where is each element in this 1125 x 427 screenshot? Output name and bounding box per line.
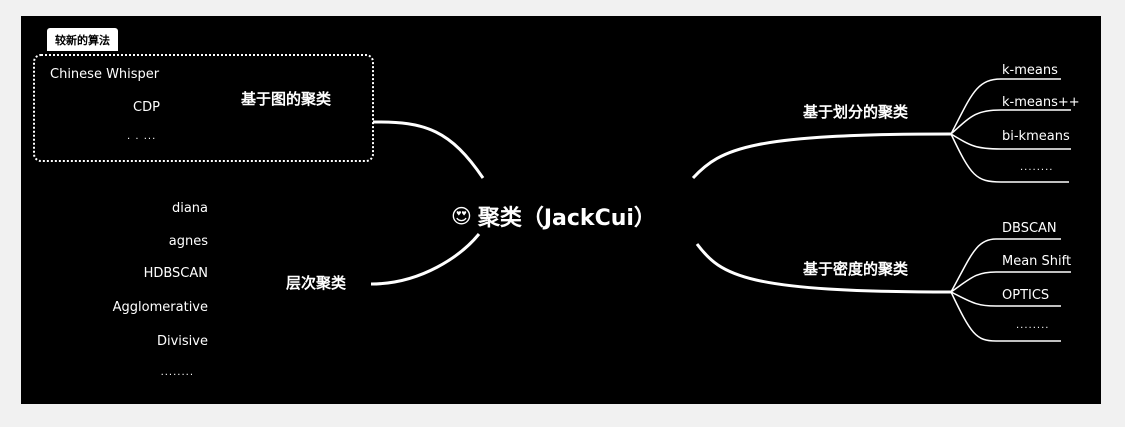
leaf-more-graph[interactable]: · · ··· (127, 135, 156, 145)
leaf-more-partition[interactable]: ........ (1020, 163, 1053, 173)
leaf-bi-kmeans[interactable]: bi-kmeans (1002, 130, 1070, 143)
branch-graph-clustering[interactable]: 基于图的聚类 (241, 92, 331, 107)
leaf-diana[interactable]: diana (108, 202, 208, 215)
branch-density-clustering[interactable]: 基于密度的聚类 (803, 262, 908, 277)
link-left-bottom (370, 233, 481, 286)
leaf-k-means[interactable]: k-means (1002, 64, 1058, 77)
leaf-divisive[interactable]: Divisive (108, 335, 208, 348)
smiling-face-with-heart-eyes-icon: 😍 (451, 204, 472, 228)
leaf-agnes[interactable]: agnes (108, 235, 208, 248)
leaf-more-hierarchical[interactable]: ........ (108, 368, 194, 378)
leaf-agglomerative[interactable]: Agglomerative (68, 301, 208, 314)
leaf-chinese-whisper[interactable]: Chinese Whisper (50, 68, 159, 81)
central-topic-label: 聚类（JackCui） (477, 206, 656, 231)
link-right-top (691, 132, 952, 180)
branch-hierarchical-clustering[interactable]: 层次聚类 (286, 276, 346, 291)
leaf-hdbscan[interactable]: HDBSCAN (88, 267, 208, 280)
leaf-mean-shift[interactable]: Mean Shift (1002, 255, 1071, 268)
branch-partition-clustering[interactable]: 基于划分的聚类 (803, 105, 908, 120)
leaf-optics[interactable]: OPTICS (1002, 289, 1049, 302)
link-left-top (372, 120, 485, 179)
leaf-more-density[interactable]: ........ (1016, 321, 1049, 331)
leaf-k-means-plus-plus[interactable]: k-means++ (1002, 96, 1080, 109)
newer-algorithms-tag: 较新的算法 (47, 28, 118, 51)
central-topic[interactable]: 😍 聚类（JackCui） (451, 200, 656, 232)
mindmap-canvas: 😍 聚类（JackCui） 较新的算法 Chinese Whisper CDP … (21, 16, 1101, 404)
leaf-dbscan[interactable]: DBSCAN (1002, 222, 1057, 235)
leaf-cdp[interactable]: CDP (133, 101, 160, 114)
